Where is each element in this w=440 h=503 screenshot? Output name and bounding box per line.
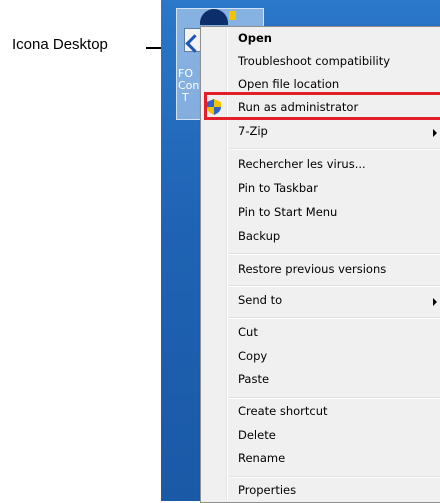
menu-item-7-zip[interactable]: 7-Zip <box>201 120 440 144</box>
submenu-arrow-icon <box>433 298 437 306</box>
menu-item-label: Pin to Taskbar <box>238 181 318 195</box>
menu-item-restore-previous-versions[interactable]: Restore previous versions <box>201 258 440 282</box>
menu-item-delete[interactable]: Delete <box>201 424 440 448</box>
menu-item-label: Open <box>238 31 272 45</box>
callout-label: Icona Desktop <box>12 36 108 53</box>
menu-item-label: Backup <box>238 229 281 243</box>
menu-item-label: Cut <box>238 325 258 339</box>
menu-item-label: Delete <box>238 428 276 442</box>
menu-item-label: Rename <box>238 451 286 465</box>
highlight-box <box>204 92 440 120</box>
menu-separator <box>229 476 440 478</box>
menu-item-properties[interactable]: Properties <box>201 479 440 502</box>
menu-item-label: Open file location <box>238 77 340 91</box>
menu-item-troubleshoot-compatibility[interactable]: Troubleshoot compatibility <box>201 50 440 74</box>
menu-item-label: Restore previous versions <box>238 262 387 276</box>
menu-item-send-to[interactable]: Send to <box>201 289 440 313</box>
menu-item-create-shortcut[interactable]: Create shortcut <box>201 400 440 424</box>
menu-item-rename[interactable]: Rename <box>201 447 440 471</box>
menu-separator <box>229 253 440 255</box>
menu-item-pin-to-start-menu[interactable]: Pin to Start Menu <box>201 201 440 225</box>
menu-separator <box>229 397 440 399</box>
menu-separator <box>229 148 440 150</box>
desktop-icon-text-line-2: Conf <box>178 80 202 92</box>
desktop-icon-text-line-1: FO <box>178 68 193 80</box>
menu-separator <box>229 317 440 319</box>
menu-item-label: Copy <box>238 349 268 363</box>
menu-item-scan-virus[interactable]: Rechercher les virus... <box>201 153 440 177</box>
menu-item-label: Troubleshoot compatibility <box>238 54 391 68</box>
menu-item-open[interactable]: Open <box>201 27 440 51</box>
menu-item-label: Rechercher les virus... <box>238 157 366 171</box>
desktop-wallpaper-mark <box>229 11 236 20</box>
submenu-arrow-icon <box>433 129 437 137</box>
menu-item-cut[interactable]: Cut <box>201 321 440 345</box>
menu-item-label: Create shortcut <box>238 404 328 418</box>
menu-item-label: 7-Zip <box>238 124 268 138</box>
menu-separator <box>229 285 440 287</box>
menu-item-backup[interactable]: Backup <box>201 225 440 249</box>
menu-item-paste[interactable]: Paste <box>201 368 440 392</box>
menu-item-pin-to-taskbar[interactable]: Pin to Taskbar <box>201 177 440 201</box>
menu-item-label: Properties <box>238 483 297 497</box>
menu-item-copy[interactable]: Copy <box>201 345 440 369</box>
menu-item-label: Paste <box>238 372 270 386</box>
menu-item-label: Send to <box>238 293 283 307</box>
menu-item-label: Pin to Start Menu <box>238 205 338 219</box>
